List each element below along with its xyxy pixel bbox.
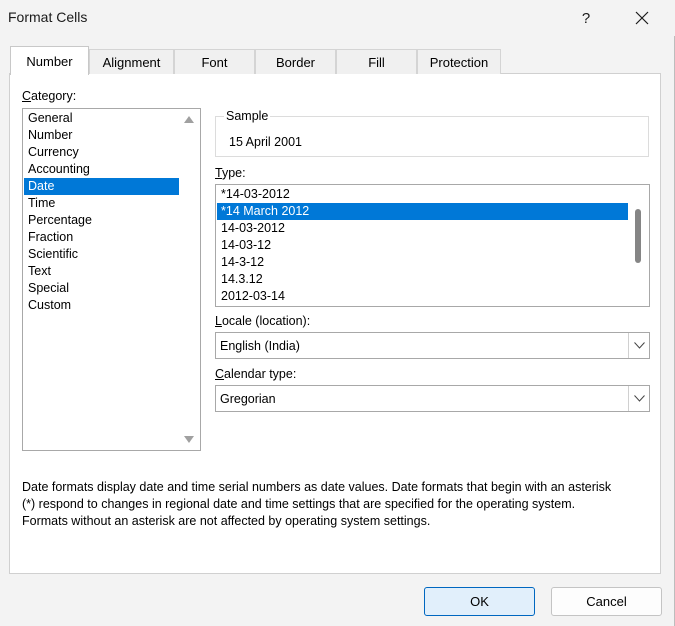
cancel-label: Cancel (586, 594, 627, 609)
description-line: Date formats display date and time seria… (22, 480, 612, 494)
category-scrollbar[interactable] (179, 110, 199, 449)
list-item[interactable]: Special (24, 280, 179, 297)
chevron-down-icon (633, 395, 645, 402)
tab-fill[interactable]: Fill (336, 49, 417, 74)
list-item-selected[interactable]: Date (24, 178, 179, 195)
list-item[interactable]: Custom (24, 297, 179, 314)
locale-label: Locale (location): (215, 314, 311, 328)
locale-select[interactable]: English (India) (215, 332, 650, 359)
list-item[interactable]: 14.3.12 (217, 271, 628, 288)
list-item[interactable]: Scientific (24, 246, 179, 263)
list-item[interactable]: Number (24, 127, 179, 144)
window-title: Format Cells (8, 9, 88, 25)
list-item[interactable]: Time (24, 195, 179, 212)
tab-label: Alignment (102, 54, 161, 70)
tab-label: Fill (368, 54, 385, 70)
calendar-value: Gregorian (220, 392, 276, 406)
list-item-selected[interactable]: *14 March 2012 (217, 203, 628, 220)
ok-label: OK (470, 594, 489, 609)
description-line: (*) respond to changes in regional date … (22, 497, 576, 511)
title-bar: Format Cells ? (0, 0, 675, 36)
category-list[interactable]: General Number Currency Accounting Date … (22, 108, 201, 451)
ok-button[interactable]: OK (424, 587, 535, 616)
chevron-down-icon (633, 342, 645, 349)
help-button[interactable]: ? (563, 0, 609, 36)
tab-font[interactable]: Font (174, 49, 255, 74)
tab-protection[interactable]: Protection (417, 49, 501, 74)
list-item[interactable]: General (24, 110, 179, 127)
locale-dropdown-button[interactable] (628, 333, 649, 358)
tab-number[interactable]: Number (10, 46, 89, 75)
scroll-thumb[interactable] (635, 209, 641, 263)
sample-value: 15 April 2001 (229, 135, 302, 149)
locale-value: English (India) (220, 339, 300, 353)
close-icon (635, 11, 649, 25)
category-label: Category: (22, 89, 77, 103)
calendar-select[interactable]: Gregorian (215, 385, 650, 412)
description-line: Formats without an asterisk are not affe… (22, 514, 431, 528)
list-item[interactable]: 14-03-2012 (217, 220, 628, 237)
list-item[interactable]: 14-03-12 (217, 237, 628, 254)
tab-border[interactable]: Border (255, 49, 336, 74)
sample-legend: Sample (224, 109, 271, 123)
cancel-button[interactable]: Cancel (551, 587, 662, 616)
type-list[interactable]: *14-03-2012 *14 March 2012 14-03-2012 14… (215, 184, 650, 307)
list-item[interactable]: Text (24, 263, 179, 280)
list-item[interactable]: Currency (24, 144, 179, 161)
tab-alignment[interactable]: Alignment (89, 49, 174, 74)
list-item[interactable]: Fraction (24, 229, 179, 246)
calendar-label: Calendar type: (215, 367, 297, 381)
calendar-dropdown-button[interactable] (628, 386, 649, 411)
list-item[interactable]: 2012-03-14 (217, 288, 628, 305)
list-item[interactable]: 14-3-12 (217, 254, 628, 271)
scroll-down-icon[interactable] (184, 436, 194, 443)
list-item[interactable]: Accounting (24, 161, 179, 178)
tab-label: Font (201, 54, 228, 70)
list-item[interactable]: *14-03-2012 (217, 186, 628, 203)
format-description: Date formats display date and time seria… (22, 479, 652, 530)
help-icon: ? (581, 9, 591, 27)
tab-label: Border (275, 54, 316, 70)
type-label: Type: (215, 166, 246, 180)
type-scrollbar[interactable] (628, 186, 648, 305)
format-cells-dialog: Format Cells ? Number Alignment Font Bor… (0, 0, 675, 626)
close-button[interactable] (619, 0, 665, 36)
scroll-up-icon[interactable] (184, 116, 194, 123)
tab-label: Number (26, 53, 73, 69)
list-item[interactable]: Percentage (24, 212, 179, 229)
tab-label: Protection (429, 54, 489, 70)
